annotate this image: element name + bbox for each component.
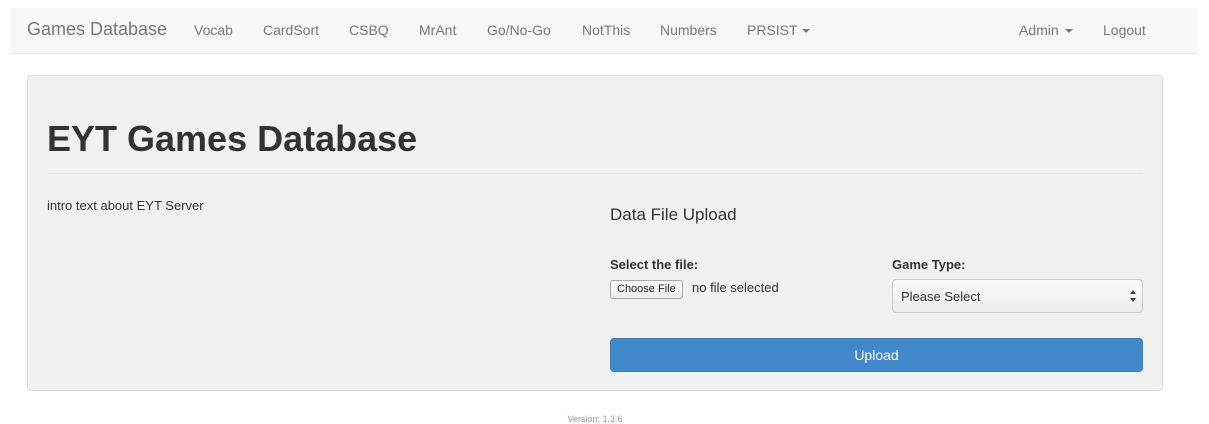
nav-link-vocab[interactable]: Vocab	[194, 22, 233, 38]
navbar-brand[interactable]: Games Database	[27, 19, 167, 40]
nav-link-mrant[interactable]: MrAnt	[419, 22, 456, 38]
title-divider	[47, 173, 1143, 174]
choose-file-button[interactable]: Choose File	[610, 280, 683, 299]
upload-heading: Data File Upload	[610, 205, 737, 224]
nav-link-go-no-go[interactable]: Go/No-Go	[487, 22, 551, 38]
upload-button[interactable]: Upload	[610, 338, 1143, 372]
file-status-text: no file selected	[692, 280, 779, 295]
select-arrows-icon	[1130, 290, 1136, 302]
game-type-select[interactable]: Please Select	[892, 279, 1143, 313]
nav-dropdown-admin-label: Admin	[1019, 22, 1059, 38]
nav-link-csbq[interactable]: CSBQ	[349, 22, 389, 38]
file-field-label: Select the file:	[610, 257, 699, 272]
nav-dropdown-prsist[interactable]: PRSIST	[747, 22, 810, 38]
nav-link-numbers[interactable]: Numbers	[660, 22, 717, 38]
main-panel: EYT Games Database intro text about EYT …	[27, 75, 1163, 391]
caret-down-icon	[801, 29, 810, 34]
game-type-selected-value: Please Select	[901, 289, 981, 304]
nav-dropdown-admin[interactable]: Admin	[1019, 22, 1073, 38]
game-type-label: Game Type:	[892, 257, 966, 272]
intro-text: intro text about EYT Server	[47, 198, 204, 213]
page-title: EYT Games Database	[47, 118, 418, 159]
nav-link-notthis[interactable]: NotThis	[582, 22, 630, 38]
top-navbar: Games Database Vocab CardSort CSBQ MrAnt…	[10, 8, 1197, 54]
nav-link-logout[interactable]: Logout	[1103, 22, 1146, 38]
nav-link-cardsort[interactable]: CardSort	[263, 22, 319, 38]
nav-dropdown-prsist-label: PRSIST	[747, 22, 798, 38]
caret-down-icon	[1064, 29, 1073, 34]
